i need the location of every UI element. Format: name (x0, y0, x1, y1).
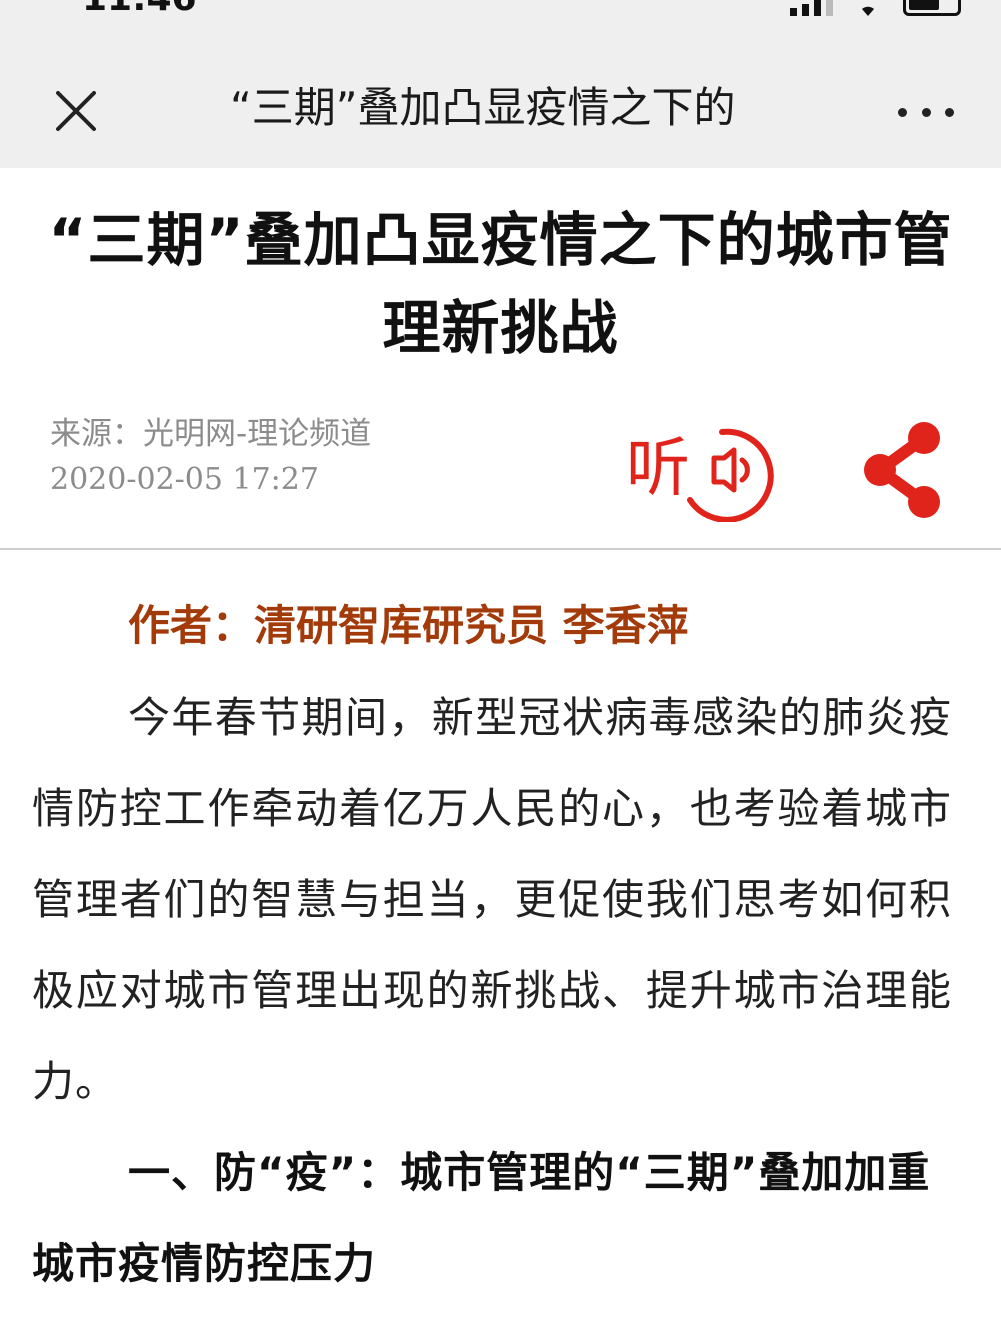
more-button[interactable] (898, 92, 954, 132)
more-dot-icon (945, 107, 954, 117)
header-divider (0, 548, 1001, 550)
status-icons (790, 0, 961, 16)
status-bar: 11:46 (0, 0, 1001, 50)
wifi-icon (862, 6, 874, 16)
article-date: 2020-02-05 17:27 (50, 462, 319, 497)
more-dot-icon (921, 107, 931, 117)
article-body: 作者：清研智库研究员 李香萍 今年春节期间，新型冠状病毒感染的肺炎疫情防控工作牵… (32, 580, 952, 1309)
battery-icon (903, 0, 961, 16)
section-heading: 一、防“疫”：城市管理的“三期”叠加加重城市疫情防控压力 (32, 1148, 931, 1288)
article-title: “三期”叠加凸显疫情之下的城市管理新挑战 (48, 206, 953, 362)
status-time: 11:46 (82, 0, 197, 19)
listen-speaker-icon: 听 (626, 428, 774, 523)
nav-bar: “三期”叠加凸显疫情之下的 (0, 50, 1001, 168)
share-button[interactable] (862, 420, 944, 522)
more-dot-icon (898, 107, 907, 117)
nav-title: “三期”叠加凸显疫情之下的 (230, 78, 790, 138)
author-line: 作者：清研智库研究员 李香萍 (128, 601, 689, 650)
share-icon (864, 422, 940, 518)
listen-label: 听 (626, 432, 690, 506)
listen-button[interactable]: 听 (624, 420, 774, 523)
close-icon (56, 91, 96, 131)
nav-title-text: “三期”叠加凸显疫情之下的 (230, 83, 736, 132)
close-button[interactable] (48, 86, 104, 136)
signal-icon (790, 0, 833, 16)
article-source: 来源：光明网-理论频道 (50, 416, 372, 452)
nav-title-fade (730, 78, 790, 138)
article-paragraph: 今年春节期间，新型冠状病毒感染的肺炎疫情防控工作牵动着亿万人民的心，也考验着城市… (32, 693, 952, 1106)
